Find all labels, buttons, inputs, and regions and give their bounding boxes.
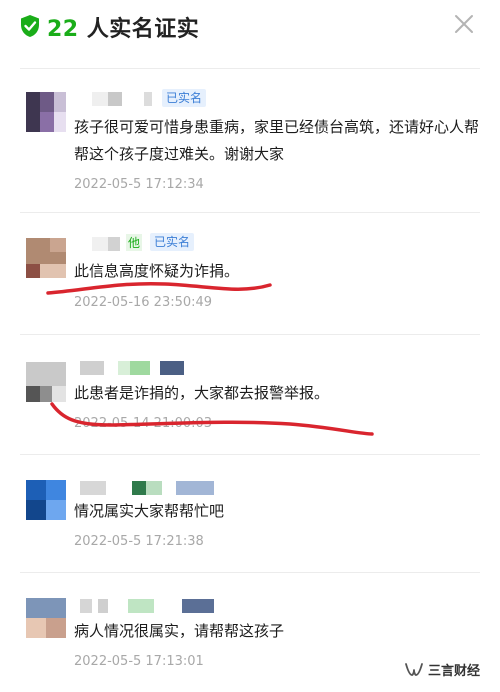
comment-text: 孩子很可爱可惜身患重病，家里已经债台高筑，还请好心人帮帮这个孩子度过难关。谢谢大…: [74, 118, 480, 163]
underline-stroke: [46, 281, 272, 295]
avatar[interactable]: [26, 238, 66, 278]
verified-badge: 已实名: [150, 233, 195, 251]
avatar[interactable]: [26, 598, 66, 638]
blurred-username: [78, 479, 218, 497]
blurred-username: [78, 90, 158, 108]
comment-text: 此患者是诈捐的，大家都去报警举报。: [74, 384, 330, 402]
divider: [20, 454, 480, 455]
comment-text: 情况属实大家帮帮忙吧: [74, 502, 225, 520]
comment-timestamp: 2022-05-16 23:50:49: [74, 295, 213, 310]
comment-timestamp: 2022-05-5 17:21:38: [74, 534, 204, 549]
verified-badge: 已实名: [162, 89, 207, 107]
comment-text: 此信息高度怀疑为诈捐。: [74, 262, 240, 280]
verifier-count: 22: [47, 17, 79, 42]
wechat-channel-icon: [405, 663, 423, 676]
avatar[interactable]: [26, 480, 66, 520]
divider: [20, 334, 480, 335]
comment-timestamp: 2022-05-14 21:00:03: [74, 416, 213, 431]
avatar[interactable]: [26, 362, 66, 402]
blurred-username: [78, 597, 218, 615]
divider: [20, 212, 480, 213]
blurred-username: [78, 359, 198, 377]
divider: [20, 68, 480, 69]
comment-timestamp: 2022-05-5 17:12:34: [74, 177, 204, 192]
divider: [20, 572, 480, 573]
shield-check-icon: [21, 15, 39, 37]
header: 22 人实名证实: [0, 0, 500, 48]
comment-text: 病人情况很属实，请帮帮这孩子: [74, 622, 285, 640]
title-text: 人实名证实: [86, 17, 200, 42]
comment-timestamp: 2022-05-5 17:13:01: [74, 654, 204, 669]
page-title: 22 人实名证实: [47, 11, 199, 43]
username-fragment: 他: [126, 234, 143, 251]
watermark-text: 三言财经: [428, 664, 481, 679]
close-icon[interactable]: [452, 12, 476, 36]
avatar[interactable]: [26, 92, 66, 132]
red-underline-annotation: [46, 281, 374, 436]
